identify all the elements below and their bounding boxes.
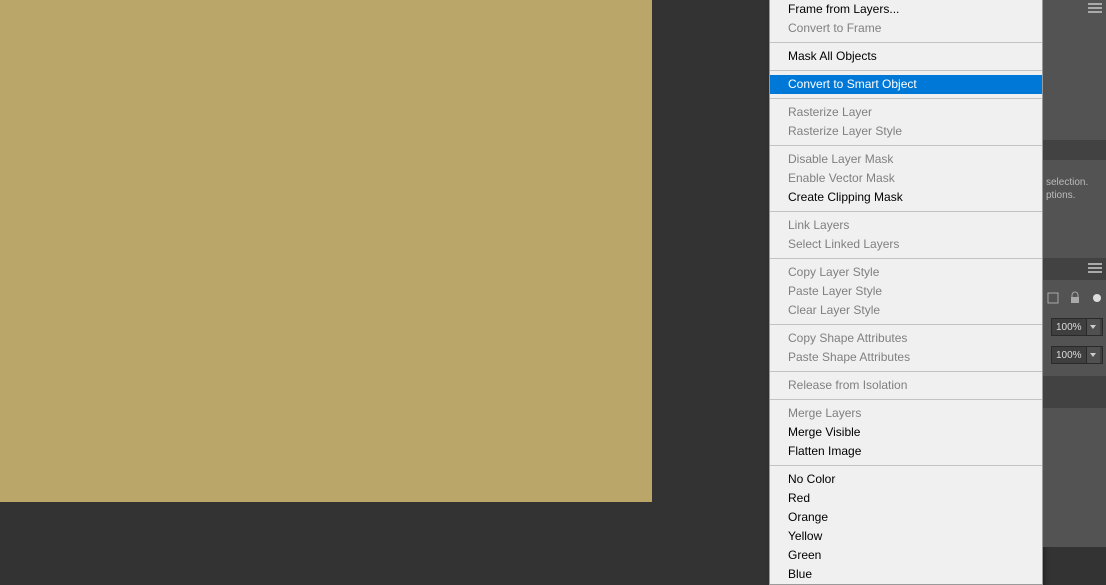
menu-item-merge-layers: Merge Layers xyxy=(770,404,1042,423)
document-canvas[interactable] xyxy=(0,0,652,502)
menu-item-disable-layer-mask: Disable Layer Mask xyxy=(770,150,1042,169)
menu-item-orange[interactable]: Orange xyxy=(770,508,1042,527)
menu-item-enable-vector-mask: Enable Vector Mask xyxy=(770,169,1042,188)
lock-icon[interactable] xyxy=(1067,290,1083,306)
menu-item-merge-visible[interactable]: Merge Visible xyxy=(770,423,1042,442)
filter-toggle-icon[interactable] xyxy=(1089,290,1105,306)
layer-context-menu: Frame from Layers...Convert to Frame Mask… xyxy=(769,0,1043,585)
chevron-down-icon xyxy=(1090,325,1096,329)
menu-item-rasterize-layer-style: Rasterize Layer Style xyxy=(770,122,1042,141)
menu-separator xyxy=(770,70,1042,71)
panel-hint-text-2: ptions. xyxy=(1046,190,1075,201)
menu-item-rasterize-layer: Rasterize Layer xyxy=(770,103,1042,122)
artboard-icon[interactable] xyxy=(1045,290,1061,306)
menu-item-yellow[interactable]: Yellow xyxy=(770,527,1042,546)
panel-flyout-icon[interactable] xyxy=(1088,3,1102,13)
menu-item-create-clipping-mask[interactable]: Create Clipping Mask xyxy=(770,188,1042,207)
menu-item-link-layers: Link Layers xyxy=(770,216,1042,235)
menu-item-paste-shape-attributes: Paste Shape Attributes xyxy=(770,348,1042,367)
menu-separator xyxy=(770,258,1042,259)
menu-item-green[interactable]: Green xyxy=(770,546,1042,565)
menu-separator xyxy=(770,211,1042,212)
menu-item-release-from-isolation: Release from Isolation xyxy=(770,376,1042,395)
opacity-dropdown-button[interactable] xyxy=(1086,319,1100,335)
menu-separator xyxy=(770,371,1042,372)
layer-filter-icons xyxy=(1045,290,1105,306)
menu-item-convert-to-frame: Convert to Frame xyxy=(770,19,1042,38)
opacity-dropdown[interactable]: 100% xyxy=(1051,318,1103,336)
menu-separator xyxy=(770,399,1042,400)
panel-hint-text-1: selection. xyxy=(1046,177,1088,188)
panel-divider xyxy=(1043,140,1106,160)
menu-item-copy-shape-attributes: Copy Shape Attributes xyxy=(770,329,1042,348)
menu-separator xyxy=(770,324,1042,325)
menu-item-select-linked-layers: Select Linked Layers xyxy=(770,235,1042,254)
fill-dropdown[interactable]: 100% xyxy=(1051,346,1103,364)
menu-separator xyxy=(770,145,1042,146)
menu-item-copy-layer-style: Copy Layer Style xyxy=(770,263,1042,282)
menu-item-flatten-image[interactable]: Flatten Image xyxy=(770,442,1042,461)
menu-item-blue[interactable]: Blue xyxy=(770,565,1042,584)
menu-separator xyxy=(770,465,1042,466)
panel-flyout-icon-2[interactable] xyxy=(1088,263,1102,273)
menu-separator xyxy=(770,42,1042,43)
menu-item-mask-all-objects[interactable]: Mask All Objects xyxy=(770,47,1042,66)
menu-item-paste-layer-style: Paste Layer Style xyxy=(770,282,1042,301)
layer-row-area[interactable] xyxy=(1043,376,1106,408)
menu-separator xyxy=(770,98,1042,99)
menu-item-red[interactable]: Red xyxy=(770,489,1042,508)
menu-item-convert-to-smart-object[interactable]: Convert to Smart Object xyxy=(770,75,1042,94)
right-panels: selection. ptions. 100% 100% xyxy=(1043,0,1106,547)
menu-item-no-color[interactable]: No Color xyxy=(770,470,1042,489)
fill-value: 100% xyxy=(1052,350,1086,361)
fill-dropdown-button[interactable] xyxy=(1086,347,1100,363)
panel-tab-strip xyxy=(1043,258,1106,280)
chevron-down-icon xyxy=(1090,353,1096,357)
opacity-value: 100% xyxy=(1052,322,1086,333)
menu-item-frame-from-layers[interactable]: Frame from Layers... xyxy=(770,0,1042,19)
menu-item-clear-layer-style: Clear Layer Style xyxy=(770,301,1042,320)
